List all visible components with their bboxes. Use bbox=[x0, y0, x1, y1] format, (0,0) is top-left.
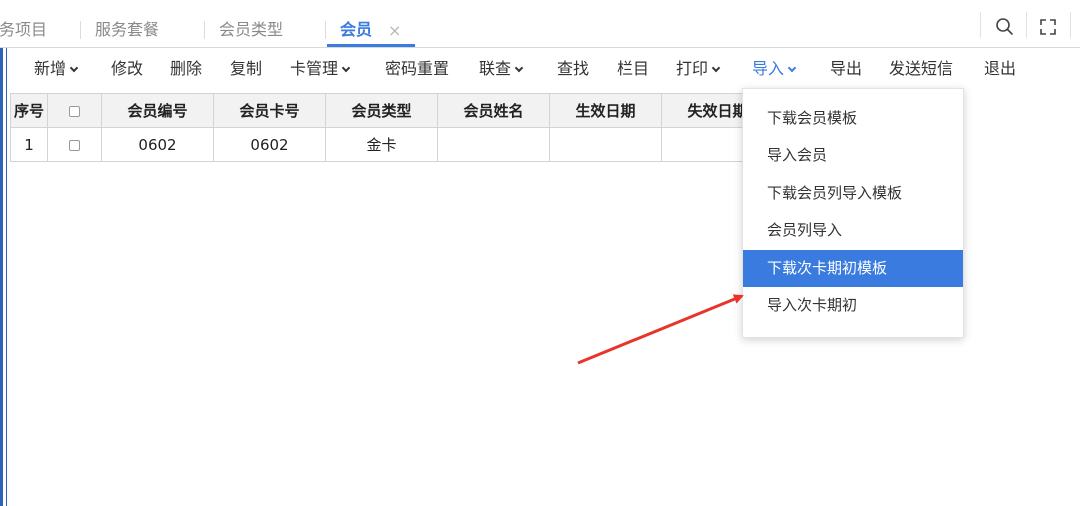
action-toolbar: 新增 修改 删除 复制 卡管理 密码重置 联查 查找 栏目 打印 导入 导出 发… bbox=[0, 48, 1080, 90]
card-manage-button[interactable]: 卡管理 bbox=[290, 48, 351, 90]
copy-button[interactable]: 复制 bbox=[230, 48, 262, 90]
find-button[interactable]: 查找 bbox=[557, 48, 589, 90]
add-label: 新增 bbox=[34, 59, 67, 78]
cell-member-name bbox=[437, 127, 550, 162]
columns-button[interactable]: 栏目 bbox=[617, 48, 649, 90]
add-button[interactable]: 新增 bbox=[34, 48, 79, 90]
cell-card-no: 0602 bbox=[213, 127, 326, 162]
export-button[interactable]: 导出 bbox=[830, 48, 862, 90]
col-header-member-name[interactable]: 会员姓名 bbox=[437, 93, 550, 128]
cell-start-date bbox=[549, 127, 662, 162]
linked-query-label: 联查 bbox=[479, 59, 512, 78]
col-header-card-no[interactable]: 会员卡号 bbox=[213, 93, 326, 128]
cell-member-no: 0602 bbox=[101, 127, 214, 162]
col-header-select[interactable] bbox=[47, 93, 102, 128]
col-header-start-date[interactable]: 生效日期 bbox=[549, 93, 662, 128]
chevron-down-icon bbox=[711, 63, 721, 73]
tab-member-types[interactable]: 会员类型 bbox=[219, 0, 283, 48]
delete-button[interactable]: 删除 bbox=[170, 48, 202, 90]
menu-item-download-member-template[interactable]: 下载会员模板 bbox=[743, 100, 963, 137]
chevron-down-icon bbox=[514, 63, 524, 73]
left-border-line bbox=[6, 48, 7, 506]
tab-members[interactable]: 会员 bbox=[340, 0, 372, 48]
send-sms-button[interactable]: 发送短信 bbox=[889, 48, 953, 90]
import-dropdown-menu: 下载会员模板 导入会员 下载会员列导入模板 会员列导入 下载次卡期初模板 导入次… bbox=[742, 88, 964, 338]
print-button[interactable]: 打印 bbox=[676, 48, 721, 90]
import-button[interactable]: 导入 bbox=[752, 48, 797, 90]
menu-item-import-members[interactable]: 导入会员 bbox=[743, 137, 963, 174]
linked-query-button[interactable]: 联查 bbox=[479, 48, 524, 90]
toolbar-separator bbox=[1070, 12, 1071, 38]
chevron-down-icon bbox=[69, 63, 79, 73]
print-label: 打印 bbox=[676, 59, 709, 78]
import-label: 导入 bbox=[752, 59, 785, 78]
chevron-down-icon bbox=[787, 63, 797, 73]
search-icon[interactable] bbox=[994, 16, 1016, 38]
col-header-member-no[interactable]: 会员编号 bbox=[101, 93, 214, 128]
tab-service-items[interactable]: 务项目 bbox=[0, 0, 47, 48]
toolbar-separator bbox=[1026, 12, 1027, 38]
reset-password-button[interactable]: 密码重置 bbox=[385, 48, 449, 90]
row-checkbox[interactable] bbox=[69, 139, 80, 151]
menu-item-download-punchcard-template[interactable]: 下载次卡期初模板 bbox=[743, 250, 963, 287]
select-all-checkbox[interactable] bbox=[69, 105, 80, 117]
left-border bbox=[0, 48, 3, 506]
tab-separator bbox=[80, 21, 81, 39]
cell-index: 1 bbox=[10, 127, 48, 162]
toolbar-separator bbox=[980, 12, 981, 38]
exit-button[interactable]: 退出 bbox=[984, 48, 1016, 90]
tab-bar: 务项目 服务套餐 会员类型 会员 × bbox=[0, 0, 1080, 48]
tab-service-packages[interactable]: 服务套餐 bbox=[95, 0, 159, 48]
cell-select[interactable] bbox=[47, 127, 102, 162]
cell-member-type: 金卡 bbox=[325, 127, 438, 162]
tab-separator bbox=[204, 21, 205, 39]
menu-item-download-column-template[interactable]: 下载会员列导入模板 bbox=[743, 175, 963, 212]
edit-button[interactable]: 修改 bbox=[111, 48, 143, 90]
menu-item-import-punchcard-opening[interactable]: 导入次卡期初 bbox=[743, 287, 963, 324]
fullscreen-icon[interactable] bbox=[1037, 16, 1059, 38]
card-manage-label: 卡管理 bbox=[290, 59, 339, 78]
tab-separator bbox=[325, 21, 326, 39]
menu-item-column-import[interactable]: 会员列导入 bbox=[743, 212, 963, 249]
active-tab-indicator bbox=[327, 44, 415, 47]
col-header-index[interactable]: 序号 bbox=[10, 93, 48, 128]
col-header-member-type[interactable]: 会员类型 bbox=[325, 93, 438, 128]
chevron-down-icon bbox=[341, 63, 351, 73]
